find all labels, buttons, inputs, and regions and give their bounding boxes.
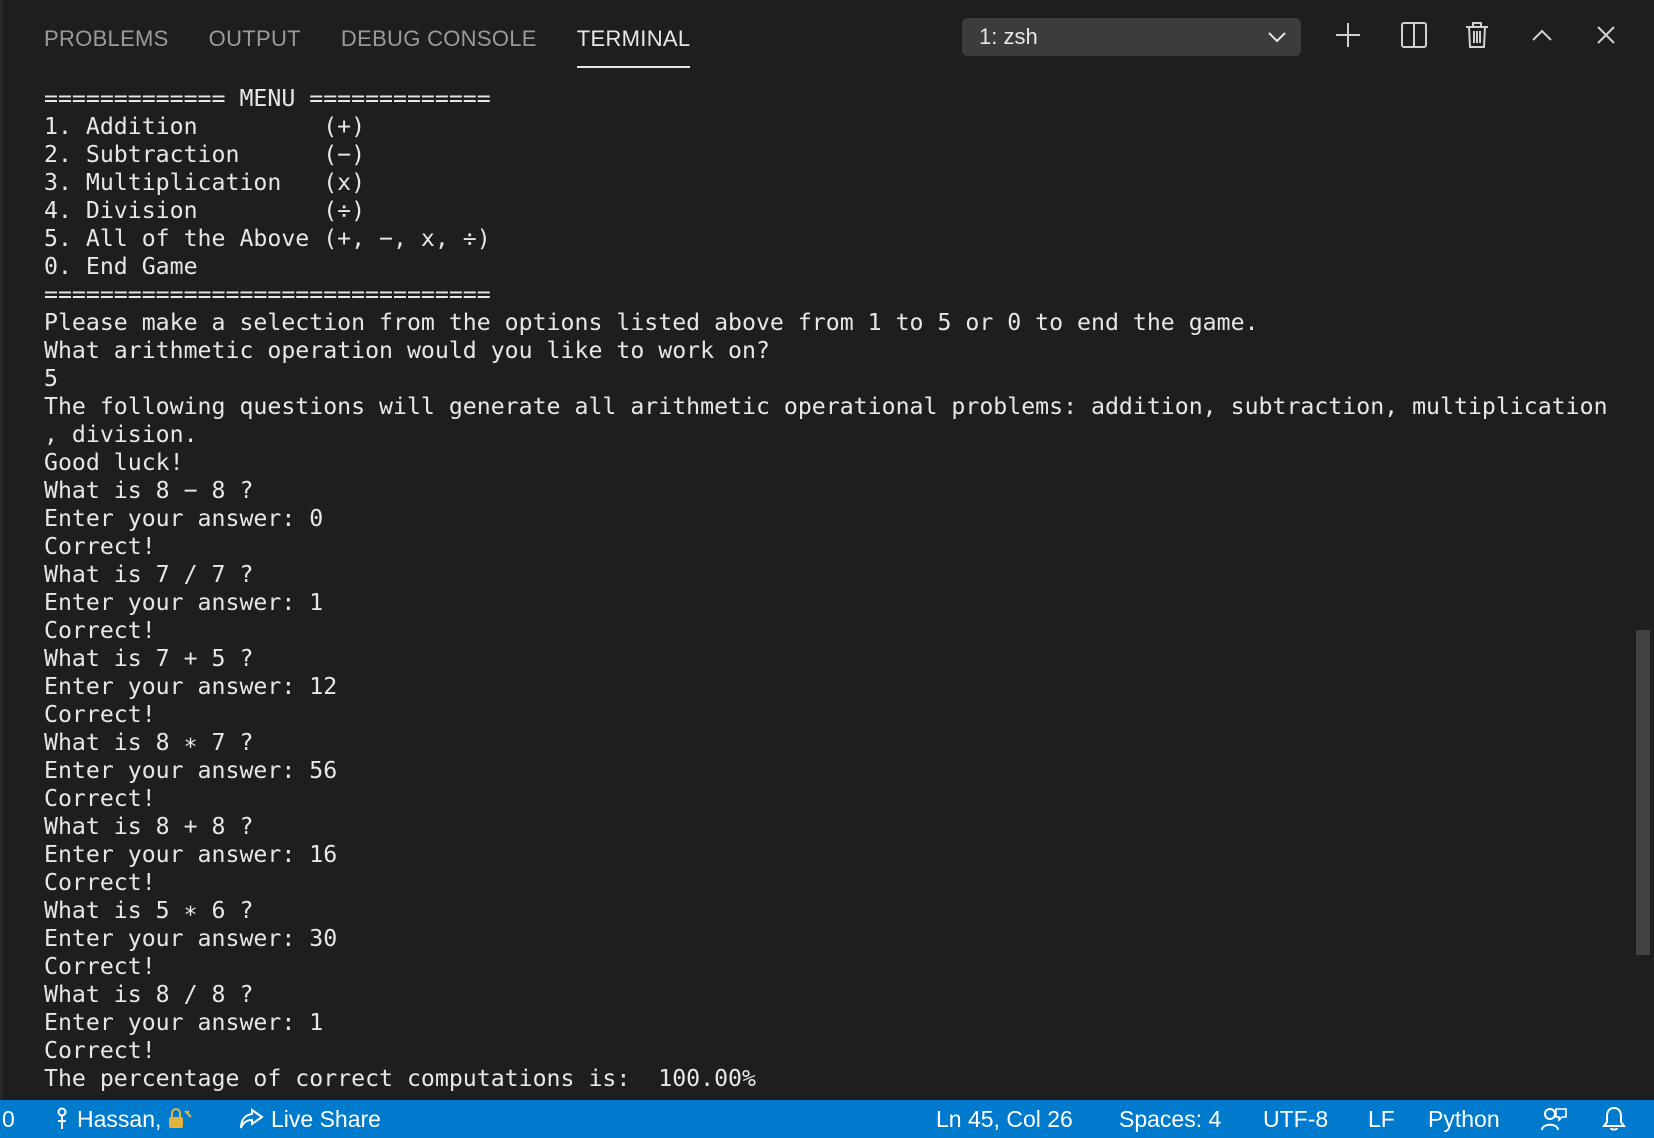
tab-output[interactable]: OUTPUT [209,0,301,66]
terminal-select[interactable]: 1: zsh [962,18,1301,56]
indentation[interactable]: Spaces: 4 [1119,1100,1221,1138]
terminal-line: Correct! [44,869,156,896]
feedback-icon[interactable] [1540,1100,1575,1138]
terminal-line: What is 8 − 8 ? [44,477,254,504]
vscode-panel: PROBLEMS OUTPUT DEBUG CONSOLE TERMINAL 1… [0,0,1654,1138]
split-icon[interactable] [1395,16,1433,54]
panel-header: PROBLEMS OUTPUT DEBUG CONSOLE TERMINAL 1… [0,0,1654,75]
terminal-scrollbar[interactable] [1636,630,1650,955]
terminal-line: Enter your answer: 30 [44,925,338,952]
terminal-line: Correct! [44,701,156,728]
terminal-line: What arithmetic operation would you like… [44,337,770,364]
terminal-line: What is 8 / 8 ? [44,981,254,1008]
terminal-line: Enter your answer: 1 [44,589,324,616]
terminal-line: 3. Multiplication (x) [44,169,366,196]
status-bar: 0 Hassan, Live Share Ln 45, Col 26 Space… [0,1100,1654,1138]
terminal-line: 5 [44,365,58,392]
tab-debug-console[interactable]: DEBUG CONSOLE [341,0,537,66]
terminal-line: 2. Subtraction (−) [44,141,366,168]
bell-icon[interactable] [1602,1100,1633,1138]
live-share-icon [240,1108,264,1129]
terminal-select-value: 1: zsh [979,24,1038,49]
terminal-line: Correct! [44,1037,156,1064]
terminal-line: 4. Division (÷) [44,197,366,224]
terminal-output[interactable]: ============= MENU ============= 1. Addit… [44,85,1614,1097]
account-user: Hassan, [77,1106,162,1132]
problems-count[interactable]: 0 [2,1100,15,1138]
terminal-line: What is 5 ∗ 6 ? [44,897,254,924]
end-of-line[interactable]: LF [1368,1100,1395,1138]
terminal-line: 1. Addition (+) [44,113,366,140]
editor-edge [0,0,3,1100]
terminal-line: Enter your answer: 56 [44,757,338,784]
tab-terminal[interactable]: TERMINAL [576,0,691,68]
chevron-up-icon[interactable] [1523,16,1561,54]
terminal-line: Correct! [44,617,156,644]
lock-key-icon [169,1108,193,1128]
terminal-line: Correct! [44,533,156,560]
encoding[interactable]: UTF-8 [1263,1100,1328,1138]
language-mode[interactable]: Python [1428,1100,1500,1138]
terminal-line: Enter your answer: 1 [44,1009,324,1036]
terminal-line: Enter your answer: 0 [44,505,324,532]
live-share-label: Live Share [271,1106,381,1132]
terminal-line: , division. [44,421,198,448]
terminal-line: What is 7 + 5 ? [44,645,254,672]
terminal-line: Good luck! [44,449,184,476]
terminal-line: What is 7 / 7 ? [44,561,254,588]
tab-problems[interactable]: PROBLEMS [44,0,169,66]
terminal-line: What is 8 ∗ 7 ? [44,729,254,756]
terminal-line: 0. End Game [44,253,198,280]
terminal-line: The following questions will generate al… [44,393,1608,420]
terminal-line: ================================ [44,281,491,308]
account-item[interactable]: Hassan, [54,1100,200,1138]
terminal-line: 5. All of the Above (+, −, x, ÷) [44,225,491,252]
cursor-position[interactable]: Ln 45, Col 26 [936,1100,1073,1138]
terminal-line: The percentage of correct computations i… [44,1065,756,1092]
terminal-line: What is 8 + 8 ? [44,813,254,840]
chevron-down-icon [1267,18,1287,56]
person-icon [57,1107,67,1129]
plus-icon[interactable] [1329,16,1367,54]
terminal-line: Correct! [44,953,156,980]
live-share-button[interactable]: Live Share [238,1100,381,1138]
panel-tabs: PROBLEMS OUTPUT DEBUG CONSOLE TERMINAL [44,0,730,75]
terminal-line: ============= MENU ============= [44,85,491,112]
terminal-line: Enter your answer: 16 [44,841,338,868]
close-icon[interactable] [1587,16,1625,54]
terminal-line: Correct! [44,785,156,812]
terminal-line: Enter your answer: 12 [44,673,338,700]
trash-icon[interactable] [1458,16,1496,54]
terminal-line: Please make a selection from the options… [44,309,1259,336]
